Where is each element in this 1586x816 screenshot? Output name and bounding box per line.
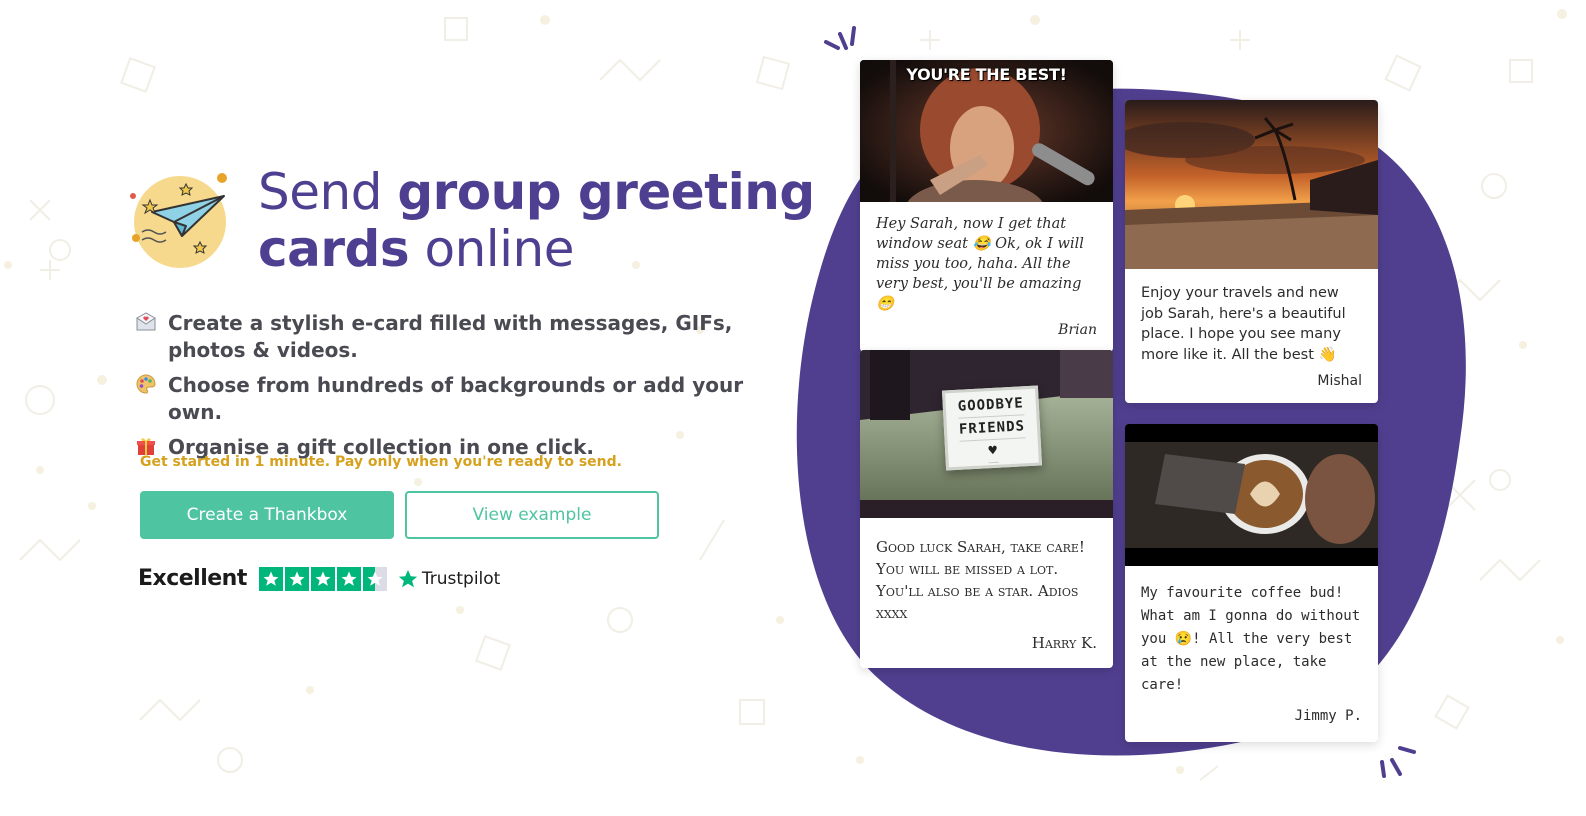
lightbox-line2: FRIENDS bbox=[958, 414, 1026, 442]
card-message: My favourite coffee bud! What am I gonna… bbox=[1141, 585, 1361, 693]
star-rating bbox=[258, 566, 387, 591]
card-photo bbox=[1125, 100, 1378, 269]
card-signature: Jimmy P. bbox=[1294, 708, 1362, 724]
message-card[interactable]: GOODBYE FRIENDS ♥ Good luck Sarah, take … bbox=[860, 350, 1113, 668]
sparkle-icon bbox=[1380, 746, 1416, 778]
card-message: Good luck Sarah, take care! You will be … bbox=[876, 538, 1085, 622]
feature-text: Choose from hundreds of backgrounds or a… bbox=[168, 373, 744, 424]
star-icon bbox=[336, 566, 361, 591]
card-message: Hey Sarah, now I get that window seat 😂 … bbox=[876, 216, 1084, 312]
paper-plane-icon bbox=[130, 173, 227, 268]
trustpilot-logo: Trustpilot bbox=[397, 568, 500, 590]
sunset-photo bbox=[1125, 100, 1378, 269]
card-signature: Mishal bbox=[1317, 373, 1362, 389]
message-card[interactable]: My favourite coffee bud! What am I gonna… bbox=[1125, 424, 1378, 742]
message-card[interactable]: Enjoy your travels and new job Sarah, he… bbox=[1125, 100, 1378, 403]
star-icon bbox=[284, 566, 309, 591]
create-thankbox-button[interactable]: Create a Thankbox bbox=[140, 491, 394, 539]
trustpilot-rating[interactable]: Excellent Trustpilot bbox=[138, 566, 500, 591]
page-title: Send group greeting cards online bbox=[258, 164, 818, 278]
card-video bbox=[1125, 424, 1378, 566]
tagline: Get started in 1 minute. Pay only when y… bbox=[140, 454, 622, 470]
title-part2: online bbox=[409, 220, 575, 278]
card-message: Enjoy your travels and new job Sarah, he… bbox=[1141, 285, 1346, 363]
coffee-video bbox=[1125, 424, 1378, 566]
lightbox-sign: GOODBYE FRIENDS ♥ bbox=[941, 385, 1043, 471]
trustpilot-brand: Trustpilot bbox=[421, 568, 501, 589]
trustpilot-star-icon bbox=[398, 569, 418, 587]
message-card[interactable]: YOU'RE THE BEST! Hey Sarah, now I get th… bbox=[860, 60, 1113, 352]
gift-icon bbox=[137, 438, 155, 455]
title-part1: Send bbox=[258, 163, 398, 221]
star-icon bbox=[310, 566, 335, 591]
feature-text: Create a stylish e-card filled with mess… bbox=[168, 311, 733, 362]
half-star-icon bbox=[362, 566, 387, 591]
feature-list: Create a stylish e-card filled with mess… bbox=[136, 310, 796, 469]
view-example-button[interactable]: View example bbox=[405, 491, 659, 539]
feature-item: Create a stylish e-card filled with mess… bbox=[136, 310, 796, 364]
envelope-heart-icon bbox=[136, 312, 156, 331]
star-icon bbox=[258, 566, 283, 591]
feature-item: Choose from hundreds of backgrounds or a… bbox=[136, 372, 796, 426]
gif-caption: YOU'RE THE BEST! bbox=[906, 65, 1067, 84]
card-gif: YOU'RE THE BEST! bbox=[860, 60, 1113, 202]
card-signature: Harry K. bbox=[1031, 634, 1097, 652]
lightbox-heart: ♥ bbox=[987, 439, 999, 463]
card-photo: GOODBYE FRIENDS ♥ bbox=[860, 350, 1113, 518]
rating-label: Excellent bbox=[138, 566, 247, 591]
sparkle-icon bbox=[824, 26, 856, 50]
card-signature: Brian bbox=[1058, 322, 1097, 338]
palette-icon bbox=[136, 374, 156, 394]
